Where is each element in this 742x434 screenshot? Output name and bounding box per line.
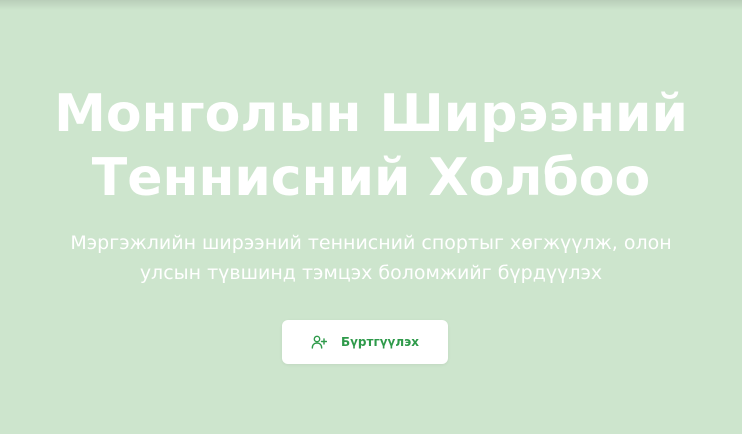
hero-subtitle: Мэргэжлийн ширээний теннисний спортыг хө… (30, 228, 712, 288)
user-plus-icon (311, 334, 327, 350)
hero-title: Монголын Ширээний Теннисний Холбоо (0, 82, 742, 210)
hero-subtitle-line-1: Мэргэжлийн ширээний теннисний спортыг хө… (70, 232, 672, 254)
hero-subtitle-line-2: улсын түвшинд тэмцэх боломжийг бүрдүүлэх (139, 262, 603, 284)
hero-title-line-1: Монголын Ширээний (54, 84, 688, 144)
register-button-label: Бүртгүүлэх (340, 335, 420, 349)
hero-section: Монголын Ширээний Теннисний Холбоо Мэргэ… (0, 0, 742, 434)
hero-title-line-2: Теннисний Холбоо (91, 148, 651, 208)
register-button[interactable]: Бүртгүүлэх (282, 320, 448, 364)
